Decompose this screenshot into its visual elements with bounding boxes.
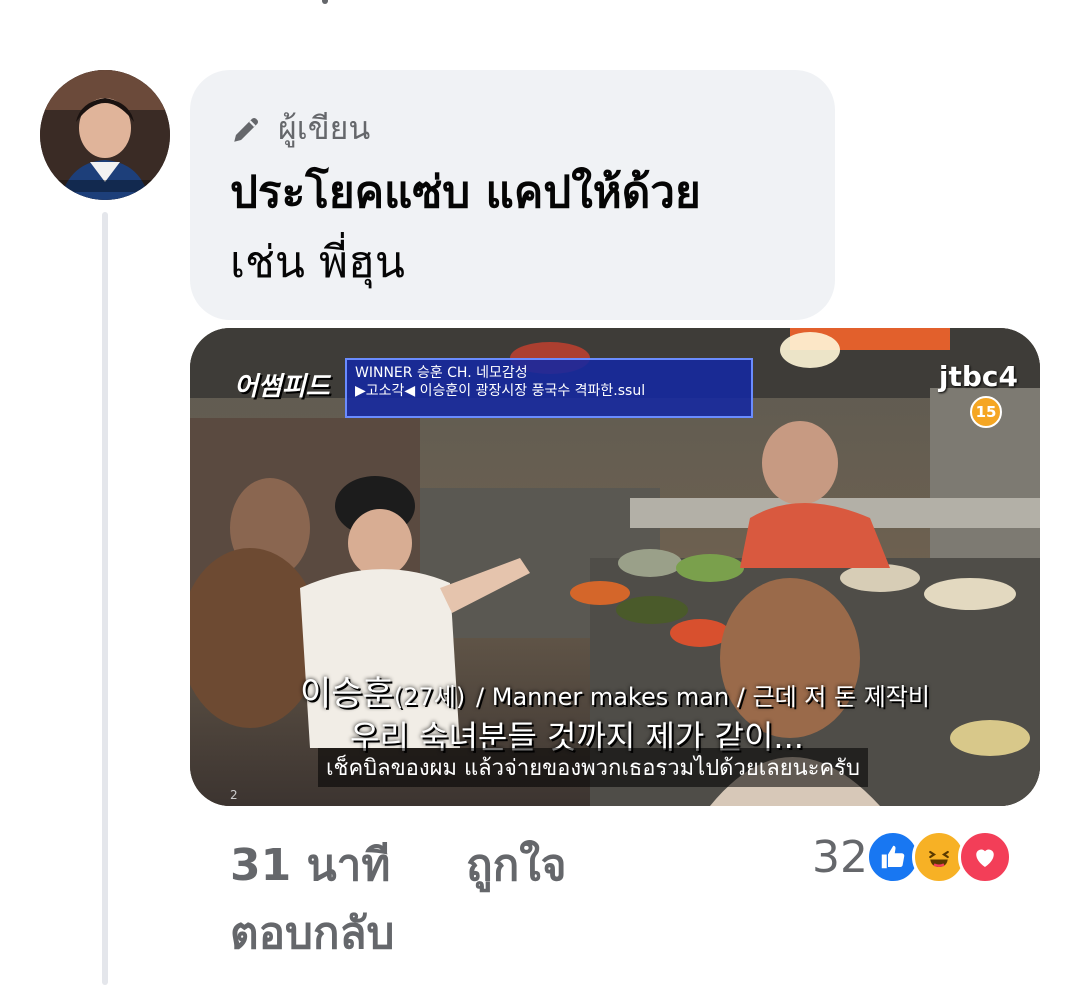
subtitle-thai: เช็คบิลของผม แล้วจ่ายของพวกเธอรวมไปด้วยเ…	[318, 748, 868, 787]
pen-icon	[234, 117, 259, 142]
love-reaction-icon	[958, 830, 1012, 884]
subtitle-rest: / Manner makes man / 근데 저 돈 제작비	[476, 683, 930, 711]
comment-actions: 31 นาที ถูกใจ	[230, 830, 567, 900]
banner-line-2: ▶고소각◀ 이승훈이 광장시장 풍국수 격파한.ssul	[355, 383, 646, 399]
previous-comment-fragment	[322, 0, 328, 4]
channel-logo: jtbc4	[938, 360, 1018, 393]
subtitle-name: 이승훈	[300, 674, 394, 714]
show-banner: WINNER 승훈 CH. 네모감성 ▶고소각◀ 이승훈이 광장시장 풍국수 격…	[345, 358, 753, 418]
comment-bubble: ผู้เขียน ประโยคแซ่บ แคปให้ด้วย เช่น พี่ฮ…	[190, 70, 835, 320]
corner-mark: 2	[230, 788, 238, 802]
thumbs-up-icon	[881, 845, 905, 869]
banner-line-1: WINNER 승훈 CH. 네모감성	[355, 365, 528, 381]
like-button[interactable]: ถูกใจ	[466, 830, 567, 900]
comment-text-regular: เช่น พี่ฮุน	[230, 237, 405, 288]
reaction-summary[interactable]: 32	[812, 830, 1012, 884]
subtitle-line-1: 이승훈(27세) / Manner makes man / 근데 저 돈 제작비	[300, 666, 930, 715]
comment-timestamp[interactable]: 31 นาที	[230, 830, 466, 900]
avatar[interactable]	[40, 70, 170, 200]
laughing-face-icon	[929, 850, 949, 867]
subtitle-age: (27세)	[393, 683, 466, 711]
comment-image[interactable]: 어썸피드 WINNER 승훈 CH. 네모감성 ▶고소각◀ 이승훈이 광장시장 …	[190, 328, 1040, 806]
heart-icon	[976, 849, 994, 867]
comment-text: ประโยคแซ่บ แคปให้ด้วย เช่น พี่ฮุน	[230, 158, 820, 298]
show-logo: 어썸피드	[234, 372, 330, 402]
author-badge-label: ผู้เขียน	[278, 109, 371, 147]
age-rating-badge: 15	[970, 396, 1002, 428]
thread-line	[102, 212, 108, 985]
comment-text-bold: ประโยคแซ่บ แคปให้ด้วย	[230, 167, 701, 218]
avatar-image	[40, 70, 170, 200]
reaction-count: 32	[812, 831, 868, 883]
reply-button[interactable]: ตอบกลับ	[230, 898, 394, 968]
author-badge: ผู้เขียน	[230, 103, 370, 154]
